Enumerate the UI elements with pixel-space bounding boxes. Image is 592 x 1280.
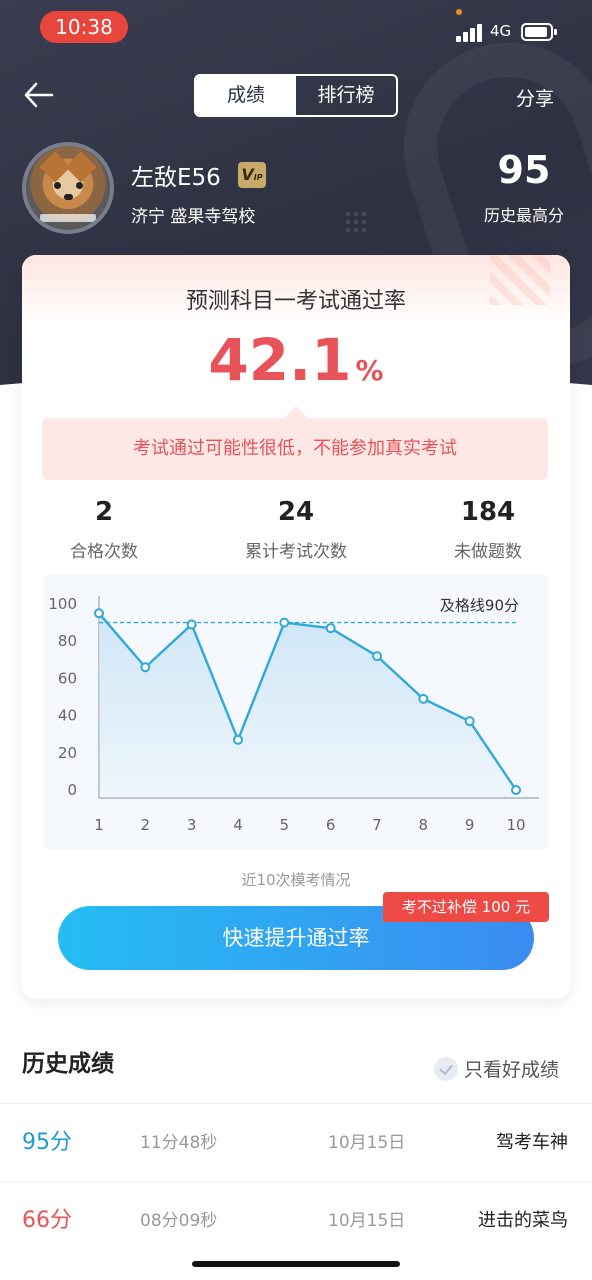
history-row[interactable]: 66分 08分09秒 10月15日 进击的菜鸟 [0,1181,592,1259]
avatar[interactable] [22,142,114,234]
y-tick-label: 0 [67,781,77,799]
score-line-chart: 0 20 40 60 80 100 1 2 3 4 5 6 7 8 9 10 及格线90分 [48,595,539,834]
pass-line-label: 及格线90分 [440,597,519,615]
data-point [325,623,336,634]
stat-unanswered: 184 未做题数 [398,497,578,562]
data-point [464,716,475,727]
x-tick-label: 4 [233,816,243,834]
y-tick-label: 20 [58,744,77,762]
stat-total-exams: 24 累计考试次数 [206,497,386,562]
stat-value: 184 [460,497,516,527]
y-tick-label: 100 [48,595,77,613]
row-duration: 11分48秒 [140,1133,218,1153]
recording-dot-icon [456,9,462,15]
filter-label: 只看好成绩 [464,1059,560,1081]
x-tick-label: 3 [187,816,197,834]
row-date: 10月15日 [328,1133,406,1153]
pass-rate: 42.1% [0,326,592,394]
compensation-tag: 考不过补偿 100 元 [383,892,549,922]
x-tick-label: 10 [506,816,525,834]
tab-ranking[interactable]: 排行榜 [296,76,396,115]
back-button[interactable] [20,78,60,112]
data-point [94,608,104,619]
x-tick-label: 2 [141,816,151,834]
warning-arrow [284,406,308,418]
data-point [418,693,429,704]
data-point [372,651,382,662]
x-tick-label: 1 [94,816,104,834]
x-tick-label: 9 [465,816,475,834]
pass-rate-unit: % [355,354,384,387]
warning-message: 考试通过可能性很低，不能参加真实考试 [42,418,548,480]
data-point [511,785,521,795]
tab-score[interactable]: 成绩 [196,76,296,115]
row-score: 95分 [22,1130,72,1155]
y-tick-label: 80 [58,632,77,650]
x-tick-label: 5 [280,816,290,834]
username: 左敌E56 [131,165,221,191]
home-indicator [192,1261,400,1267]
x-tick-label: 6 [326,816,336,834]
good-scores-filter[interactable]: 只看好成绩 [434,1055,559,1082]
data-point [279,617,290,628]
history-row[interactable]: 95分 11分48秒 10月15日 驾考车神 [0,1103,592,1181]
row-score: 66分 [22,1208,72,1233]
row-date: 10月15日 [328,1211,406,1231]
share-button[interactable]: 分享 [516,84,554,111]
x-tick-label: 8 [419,816,429,834]
row-rank: 驾考车神 [496,1132,568,1153]
check-circle-icon [434,1056,458,1081]
vip-badge-icon: VIP [238,162,266,188]
tab-switcher: 成绩 排行榜 [194,74,398,117]
best-score-label: 历史最高分 [483,206,564,225]
network-label: 4G [490,22,512,40]
stat-label: 累计考试次数 [245,542,347,562]
data-point [140,662,151,673]
stat-value: 2 [94,497,114,527]
best-score: 95 [497,148,551,192]
chart-caption: 近10次模考情况 [241,871,351,889]
stat-value: 24 [277,497,315,527]
pass-rate-value: 42.1 [208,326,352,394]
row-rank: 进击的菜鸟 [478,1210,568,1231]
y-tick-label: 60 [58,669,77,687]
stat-label: 合格次数 [70,542,138,562]
arrow-left-icon [24,82,54,108]
series-area [99,613,516,798]
y-tick-label: 40 [58,707,77,725]
x-tick-label: 7 [372,816,382,834]
status-time: 10:38 [40,11,128,43]
data-point [186,619,197,630]
prediction-title: 预测科目一考试通过率 [185,289,406,314]
row-duration: 08分09秒 [140,1211,218,1231]
header-dots-decoration [344,210,368,234]
stat-pass-count: 2 合格次数 [14,497,194,562]
stat-label: 未做题数 [454,542,522,562]
battery-icon [521,23,557,41]
data-point [233,734,243,745]
signal-icon [456,24,484,42]
user-location: 济宁 盛果寺驾校 [131,207,256,227]
history-title: 历史成绩 [22,1051,114,1077]
